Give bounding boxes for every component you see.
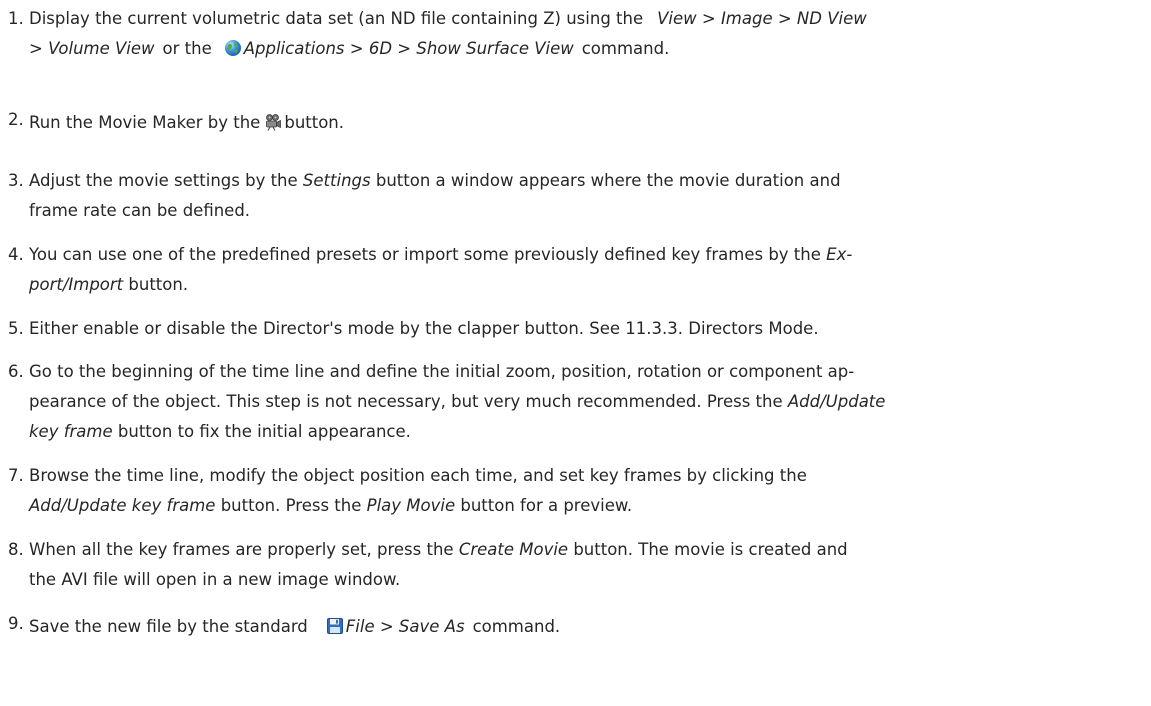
step-number: 4. bbox=[8, 245, 24, 264]
step-number: 8. bbox=[8, 540, 24, 559]
step-text: Either enable or disable the Director's … bbox=[29, 319, 819, 338]
step-1: 1. Display the current volumetric data se… bbox=[8, 4, 1146, 64]
step-6: 6. Go to the beginning of the time line a… bbox=[8, 357, 1146, 447]
step-6-line-3: key frame button to fix the initial appe… bbox=[8, 417, 1146, 447]
step-7-line-2: Add/Update key frame button. Press the P… bbox=[8, 491, 1146, 521]
step-7-line-1: 7. Browse the time line, modify the objec… bbox=[8, 461, 1146, 491]
step-2-line-1: 2. Run the Movie Maker by the button. bbox=[8, 108, 1146, 138]
step-text: command. bbox=[472, 617, 561, 636]
step-text: button. Press the bbox=[220, 496, 362, 515]
step-8-line-2: the AVI file will open in a new image wi… bbox=[8, 565, 1146, 595]
step-text: frame rate can be defined. bbox=[29, 201, 251, 220]
step-number: 7. bbox=[8, 466, 24, 485]
step-number: 9. bbox=[8, 614, 24, 633]
step-number: 2. bbox=[8, 110, 24, 129]
step-text: Go to the beginning of the time line and… bbox=[29, 362, 855, 381]
floppy-disk-icon bbox=[326, 618, 343, 634]
step-8: 8. When all the key frames are properly s… bbox=[8, 535, 1146, 595]
step-text: or the bbox=[162, 39, 212, 58]
step-text: button. bbox=[128, 275, 189, 294]
menu-path: Applications > 6D > Show Surface View bbox=[243, 39, 574, 58]
step-text: button to fix the initial appearance. bbox=[117, 422, 411, 441]
step-number: 6. bbox=[8, 362, 24, 381]
step-text: button a window appears where the movie … bbox=[375, 171, 841, 190]
step-5: 5. Either enable or disable the Director'… bbox=[8, 314, 1146, 344]
step-text: the AVI file will open in a new image wi… bbox=[29, 570, 401, 589]
button-name: Ex- bbox=[826, 245, 853, 264]
step-3-line-2: frame rate can be defined. bbox=[8, 196, 1146, 226]
step-4-line-2: port/Import button. bbox=[8, 270, 1146, 300]
step-9-line-1: 9. Save the new file by the standard File… bbox=[8, 612, 1146, 642]
step-text: Save the new file by the standard bbox=[29, 617, 308, 636]
button-name: Settings bbox=[302, 171, 371, 190]
step-text: Browse the time line, modify the object … bbox=[29, 466, 807, 485]
button-name: Add/Update key frame bbox=[29, 496, 216, 515]
step-8-line-1: 8. When all the key frames are properly s… bbox=[8, 535, 1146, 565]
step-text: Display the current volumetric data set … bbox=[29, 9, 644, 28]
step-number: 3. bbox=[8, 171, 24, 190]
step-3: 3. Adjust the movie settings by the Setti… bbox=[8, 166, 1146, 226]
button-name: Create Movie bbox=[458, 540, 569, 559]
document-page: 1. Display the current volumetric data se… bbox=[0, 0, 1151, 706]
button-name: Play Movie bbox=[366, 496, 456, 515]
step-text: command. bbox=[581, 39, 670, 58]
button-name: port/Import bbox=[29, 275, 124, 294]
button-name: Add/Update bbox=[787, 392, 886, 411]
globe-icon bbox=[224, 40, 241, 56]
step-text: Adjust the movie settings by the bbox=[29, 171, 298, 190]
step-text: pearance of the object. This step is not… bbox=[29, 392, 783, 411]
button-name: key frame bbox=[29, 422, 113, 441]
step-1-line-1: 1. Display the current volumetric data se… bbox=[8, 4, 1146, 34]
step-1-line-2: > Volume View or the Applications > 6D > … bbox=[8, 34, 1146, 64]
step-6-line-2: pearance of the object. This step is not… bbox=[8, 387, 1146, 417]
menu-path: View > Image > ND View bbox=[657, 9, 867, 28]
step-text: When all the key frames are properly set… bbox=[29, 540, 454, 559]
step-6-line-1: 6. Go to the beginning of the time line a… bbox=[8, 357, 1146, 387]
step-5-line-1: 5. Either enable or disable the Director'… bbox=[8, 314, 1146, 344]
step-text: You can use one of the predefined preset… bbox=[29, 245, 821, 264]
step-4: 4. You can use one of the predefined pres… bbox=[8, 240, 1146, 300]
step-3-line-1: 3. Adjust the movie settings by the Setti… bbox=[8, 166, 1146, 196]
step-number: 1. bbox=[8, 9, 24, 28]
step-9: 9. Save the new file by the standard File… bbox=[8, 612, 1146, 642]
step-text: button. The movie is created and bbox=[573, 540, 848, 559]
step-2: 2. Run the Movie Maker by the button. bbox=[8, 108, 1146, 138]
menu-path: File > Save As bbox=[345, 617, 465, 636]
movie-camera-icon bbox=[266, 114, 282, 131]
step-text: button. bbox=[284, 113, 345, 132]
menu-path: > Volume View bbox=[29, 39, 155, 58]
step-7: 7. Browse the time line, modify the objec… bbox=[8, 461, 1146, 521]
step-text: Run the Movie Maker by the bbox=[29, 113, 261, 132]
step-number: 5. bbox=[8, 319, 24, 338]
step-text: button for a preview. bbox=[460, 496, 633, 515]
step-4-line-1: 4. You can use one of the predefined pres… bbox=[8, 240, 1146, 270]
